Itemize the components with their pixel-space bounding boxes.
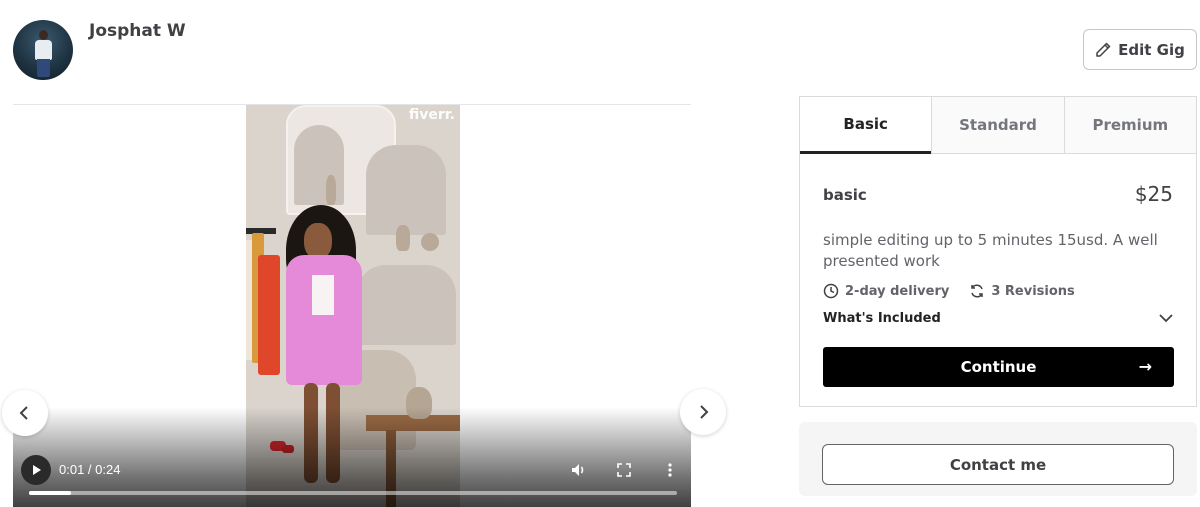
continue-label: Continue: [960, 358, 1037, 376]
revisions-count: 3 Revisions: [991, 283, 1075, 299]
fiverr-watermark: fiverr.: [408, 107, 455, 123]
seller-avatar[interactable]: [13, 20, 73, 80]
video-time: 0:01 / 0:24: [59, 462, 121, 477]
package-description: simple editing up to 5 minutes 15usd. A …: [823, 231, 1158, 270]
delivery-time: 2-day delivery: [845, 283, 950, 299]
tab-basic[interactable]: Basic: [800, 97, 932, 154]
whats-included-label: What's Included: [823, 310, 941, 326]
video-progress-fill: [29, 491, 72, 495]
clock-icon: [823, 283, 839, 299]
package-price: $25: [1134, 182, 1173, 206]
whats-included-toggle[interactable]: What's Included: [823, 310, 1174, 326]
media-gallery: fiverr. 0:01 / 0:24: [2, 104, 726, 507]
contact-section: Contact me: [799, 422, 1197, 496]
vase: [421, 233, 439, 251]
volume-button[interactable]: [569, 460, 589, 480]
avatar-legs: [37, 59, 50, 77]
tab-standard[interactable]: Standard: [931, 97, 1064, 153]
arrow-right-icon: →: [1138, 357, 1152, 376]
avatar-head: [39, 30, 48, 40]
seller-name[interactable]: Josphat W: [89, 21, 186, 41]
refresh-icon: [971, 284, 984, 298]
vase: [326, 175, 336, 205]
video-controls: 0:01 / 0:24: [13, 447, 691, 507]
continue-button[interactable]: Continue →: [823, 347, 1174, 387]
package-name: basic: [823, 186, 867, 204]
edit-gig-button[interactable]: Edit Gig: [1083, 29, 1197, 70]
contact-me-button[interactable]: Contact me: [822, 444, 1174, 485]
chevron-right-icon: [700, 405, 709, 419]
avatar-torso: [35, 40, 52, 60]
package-tabs: Basic Standard Premium: [800, 97, 1196, 154]
pencil-icon: [1096, 42, 1111, 57]
package-panel: Basic Standard Premium basic $25 simple …: [799, 96, 1197, 407]
edit-gig-label: Edit Gig: [1118, 40, 1185, 59]
volume-icon: [572, 464, 584, 476]
chevron-left-icon: [19, 406, 28, 420]
play-button[interactable]: [21, 455, 51, 485]
fullscreen-button[interactable]: [614, 460, 634, 480]
person-face: [304, 223, 332, 259]
vase: [396, 225, 410, 251]
tab-premium[interactable]: Premium: [1063, 97, 1196, 153]
fullscreen-icon: [617, 463, 631, 477]
person-top: [312, 275, 334, 315]
wall-niche: [294, 125, 344, 205]
video-progress-bar[interactable]: [29, 491, 677, 495]
more-options-button[interactable]: [660, 460, 680, 480]
more-vertical-icon: [668, 463, 672, 477]
wall-niche: [356, 265, 456, 345]
previous-media-button[interactable]: [2, 390, 48, 436]
play-icon: [33, 465, 41, 475]
garment: [258, 255, 280, 375]
wall-niche: [366, 145, 446, 235]
package-meta: 2-day delivery 3 Revisions: [823, 283, 1075, 299]
chevron-down-icon: [1159, 314, 1173, 323]
next-media-button[interactable]: [680, 389, 726, 435]
